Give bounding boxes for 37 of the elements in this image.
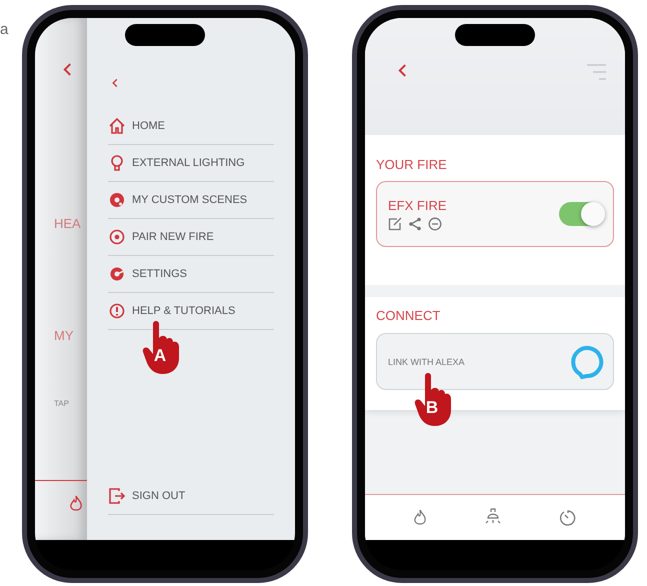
- home-icon: [108, 117, 126, 135]
- target-icon: [108, 228, 126, 246]
- fire-name: EFX FIRE: [388, 198, 447, 212]
- marker-label: B: [424, 398, 440, 418]
- section-title: YOUR FIRE: [376, 157, 448, 172]
- back-chevron-icon[interactable]: [112, 78, 118, 88]
- alexa-link-button[interactable]: LINK WITH ALEXA: [376, 333, 614, 390]
- flame-icon[interactable]: [413, 509, 428, 526]
- power-toggle[interactable]: [559, 202, 603, 226]
- edit-icon[interactable]: [388, 216, 402, 230]
- caption-text: a: [0, 21, 8, 38]
- menu-item[interactable]: HELP & TUTORIALS: [108, 302, 236, 320]
- flame-icon: [69, 495, 83, 512]
- back-chevron-icon[interactable]: [63, 62, 72, 77]
- section-title: CONNECT: [376, 308, 442, 323]
- ring-icon: [569, 344, 605, 380]
- menu-item[interactable]: EXTERNAL LIGHTING: [108, 154, 245, 172]
- menu-item[interactable]: PAIR NEW FIRE: [108, 228, 214, 246]
- marker-label: A: [152, 346, 168, 366]
- hint-text: TAP: [54, 399, 70, 408]
- lightbulb-icon: [108, 154, 126, 172]
- pointing-hand-icon: [413, 372, 453, 426]
- heading-text: HEA: [54, 216, 82, 231]
- menu-item[interactable]: SETTINGS: [108, 265, 188, 283]
- info-icon: [108, 302, 126, 320]
- gear-icon: [108, 265, 126, 283]
- menu-item[interactable]: MY CUSTOM SCENES: [108, 191, 248, 209]
- timer-icon[interactable]: [558, 508, 577, 526]
- heading-text: MY: [54, 328, 74, 343]
- palette-icon: [108, 191, 126, 209]
- remove-icon[interactable]: [428, 216, 442, 230]
- exit-icon: [108, 487, 126, 505]
- back-chevron-icon[interactable]: [398, 63, 407, 78]
- pointing-hand-icon: [141, 320, 181, 374]
- menu-item[interactable]: HOME: [108, 117, 165, 135]
- share-icon[interactable]: [408, 216, 422, 230]
- menu-item[interactable]: SIGN OUT: [108, 487, 186, 505]
